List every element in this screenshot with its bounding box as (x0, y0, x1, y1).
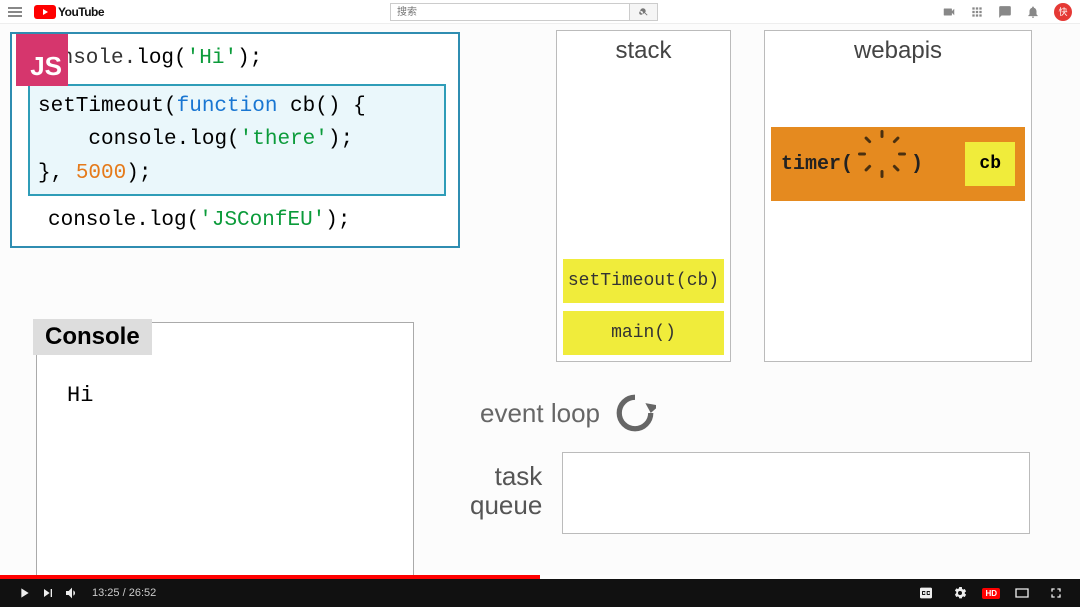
video-camera-icon[interactable] (942, 5, 956, 19)
search-bar (390, 3, 658, 21)
youtube-logo-text: YouTube (58, 5, 104, 19)
youtube-logo[interactable]: YouTube (34, 5, 104, 19)
code-text: ; (338, 209, 351, 232)
header-right-controls: 快 (942, 3, 1072, 21)
code-line-1: onsole.log('Hi'); (48, 42, 446, 76)
console-panel: Console Hi (36, 322, 414, 582)
theater-button[interactable] (1010, 581, 1034, 605)
time-duration: 26:52 (129, 587, 157, 599)
callback-chip: cb (965, 142, 1015, 186)
messages-icon[interactable] (998, 5, 1012, 19)
stack-panel: stack setTimeout(cb) main() (556, 30, 731, 362)
fullscreen-icon (1048, 585, 1064, 601)
fullscreen-button[interactable] (1044, 581, 1068, 605)
apps-grid-icon[interactable] (970, 5, 984, 19)
stack-frame: main() (563, 311, 724, 355)
task-queue-label: task queue (470, 462, 542, 519)
code-number: 5000 (76, 162, 126, 185)
timer-label: timer( (781, 153, 853, 176)
code-text: console. (48, 209, 149, 232)
console-title: Console (33, 319, 152, 355)
code-text: ; (250, 47, 263, 70)
code-text: log (189, 128, 227, 151)
youtube-play-icon (34, 5, 56, 19)
theater-icon (1014, 585, 1030, 601)
timer-close-paren: ) (911, 153, 923, 176)
js-badge: JS (16, 34, 68, 86)
webapis-panel: webapis timer( ) cb (764, 30, 1032, 362)
search-button[interactable] (630, 3, 658, 21)
timer-row: timer( ) cb (771, 127, 1025, 201)
webapis-title: webapis (765, 31, 1031, 65)
search-input[interactable] (390, 3, 630, 21)
code-line-3: console.log('JSConfEU'); (48, 204, 446, 238)
code-text: ); (126, 162, 151, 185)
code-text: }, (38, 162, 76, 185)
time-sep: / (120, 587, 129, 599)
spinner-icon (867, 149, 897, 179)
task-queue-panel (562, 452, 1030, 534)
search-icon (639, 7, 649, 17)
hd-badge: HD (982, 588, 1000, 599)
stack-items: setTimeout(cb) main() (563, 259, 724, 355)
youtube-header: YouTube 快 (0, 0, 1080, 24)
next-button[interactable] (36, 581, 60, 605)
task-queue-text: queue (470, 490, 542, 520)
code-string: 'Hi' (187, 47, 237, 70)
code-text: console. (38, 128, 189, 151)
avatar[interactable]: 快 (1054, 3, 1072, 21)
gear-icon (952, 585, 968, 601)
hamburger-menu-icon[interactable] (8, 5, 22, 19)
code-text: log (136, 47, 174, 70)
code-text: cb() { (277, 95, 365, 118)
time-current: 13:25 (92, 587, 120, 599)
task-queue-text: task (495, 461, 543, 491)
event-loop-label: event loop (480, 392, 656, 434)
code-text: ; (340, 128, 353, 151)
play-icon (16, 585, 32, 601)
code-string: 'JSConfEU' (199, 209, 325, 232)
slide-content: onsole.log('Hi'); setTimeout(function cb… (0, 24, 1080, 575)
player-controls: 13:25 / 26:52 HD (0, 579, 1080, 607)
player-right-controls: HD (914, 581, 1068, 605)
event-loop-text: event loop (480, 398, 600, 429)
settings-button[interactable] (948, 581, 972, 605)
code-settimeout: setTimeout(function cb() { console.log('… (38, 90, 436, 191)
video-area: onsole.log('Hi'); setTimeout(function cb… (0, 24, 1080, 607)
code-keyword: function (177, 95, 278, 118)
volume-button[interactable] (60, 581, 84, 605)
code-panel: onsole.log('Hi'); setTimeout(function cb… (10, 32, 460, 248)
timecode: 13:25 / 26:52 (92, 587, 156, 599)
next-icon (40, 585, 56, 601)
highlighted-code-block: setTimeout(function cb() { console.log('… (28, 84, 446, 197)
stack-frame: setTimeout(cb) (563, 259, 724, 303)
code-text: setTimeout( (38, 95, 177, 118)
code-string: 'there' (240, 128, 328, 151)
play-button[interactable] (12, 581, 36, 605)
captions-button[interactable] (914, 581, 938, 605)
captions-icon (918, 585, 934, 601)
volume-icon (64, 585, 80, 601)
stack-title: stack (557, 31, 730, 65)
notifications-bell-icon[interactable] (1026, 5, 1040, 19)
loop-arrow-icon (614, 392, 656, 434)
code-text: log (149, 209, 187, 232)
